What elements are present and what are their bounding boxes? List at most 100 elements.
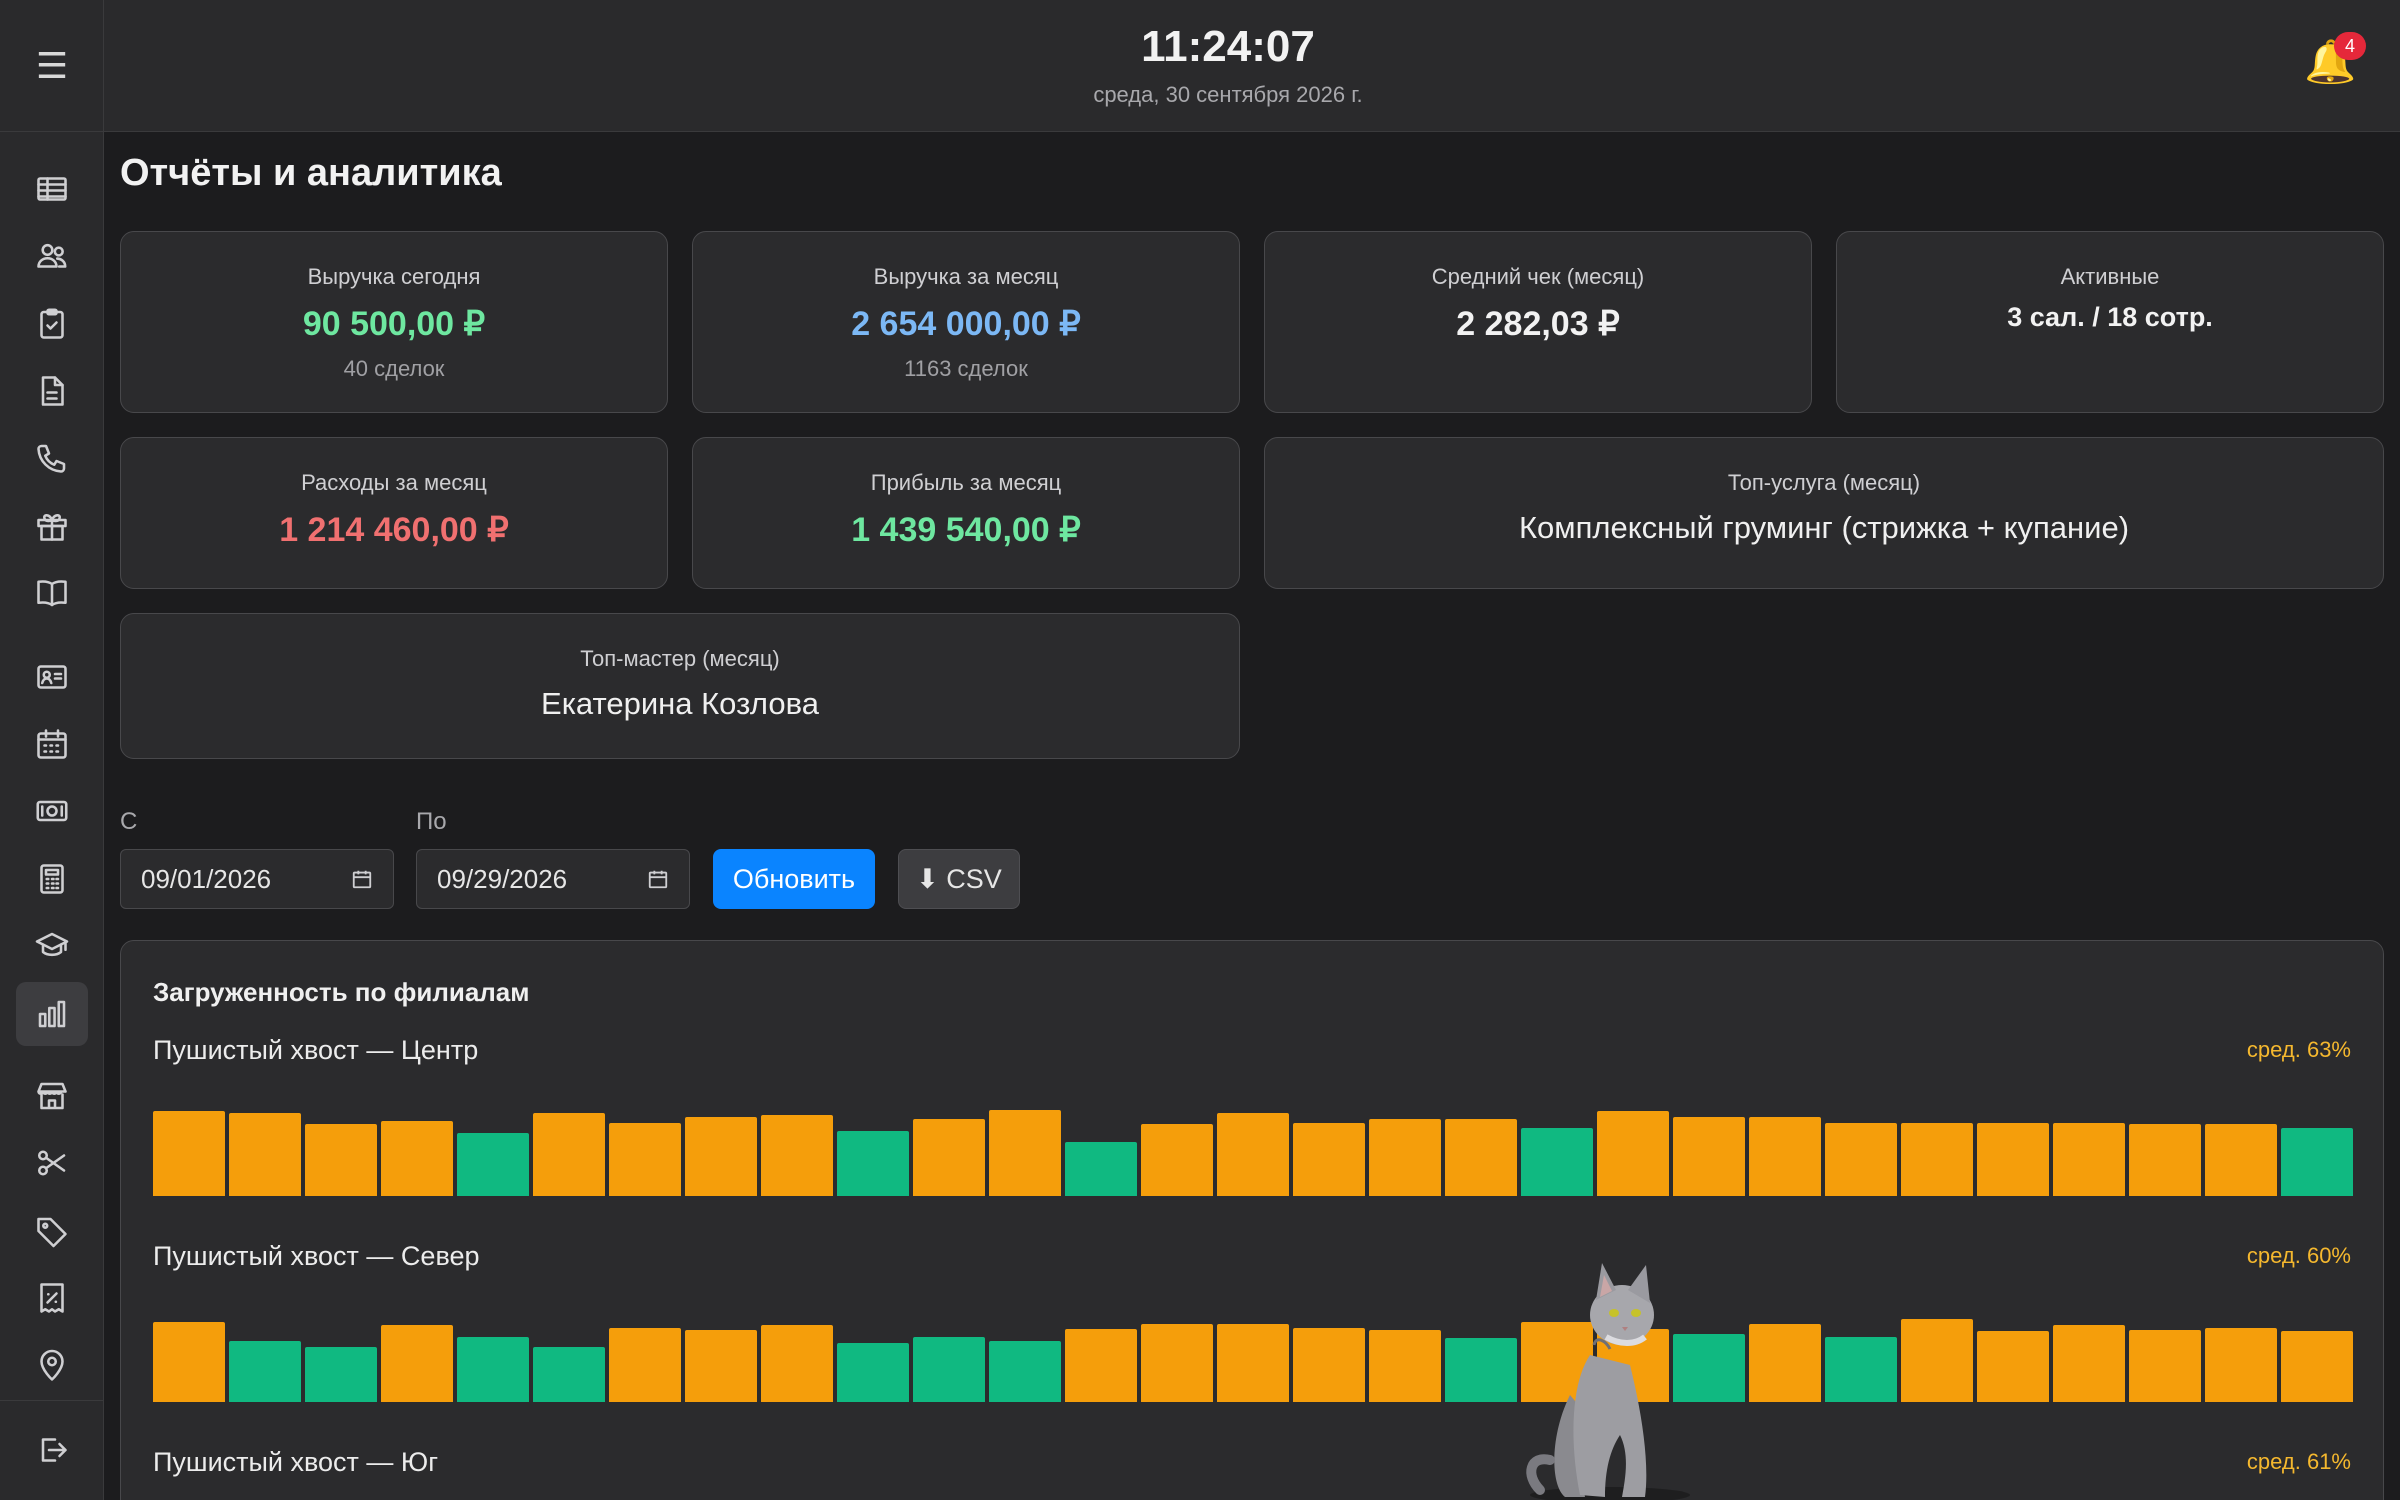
calendar-picker-icon[interactable] — [351, 868, 373, 890]
clipboard-check-icon — [40, 308, 64, 339]
csv-export-button[interactable]: ⬇ CSV — [898, 849, 1020, 909]
bar-chart-icon — [38, 1000, 66, 1028]
sidebar-item-calls[interactable] — [16, 426, 88, 490]
sidebar-item-prices[interactable] — [16, 1199, 88, 1263]
date-from-input[interactable]: 09/01/2026 — [120, 849, 394, 909]
load-bar — [913, 1337, 985, 1402]
stat-label: Выручка за месяц — [873, 264, 1059, 289]
load-bar — [989, 1110, 1061, 1196]
load-bar — [1141, 1124, 1213, 1196]
stat-card-active: Активные 3 сал. / 18 сотр. — [1836, 231, 2384, 413]
users-icon — [37, 243, 67, 268]
tag-icon — [37, 1217, 67, 1248]
stat-card-profit: Прибыль за месяц 1 439 540,00 ₽ — [692, 437, 1240, 589]
load-bar — [1293, 1328, 1365, 1402]
sidebar-item-table[interactable] — [16, 157, 88, 221]
sidebar-item-documents[interactable] — [16, 359, 88, 423]
table-icon — [37, 177, 67, 201]
load-bar — [1065, 1329, 1137, 1402]
stat-label: Выручка сегодня — [307, 264, 481, 289]
stat-subtext: 1163 сделок — [904, 356, 1028, 381]
sidebar-item-knowledge[interactable] — [16, 561, 88, 625]
load-bar — [837, 1131, 909, 1196]
load-bar — [1673, 1117, 1745, 1196]
stat-value: 2 282,03 ₽ — [1456, 305, 1620, 343]
sidebar-item-staff[interactable] — [16, 645, 88, 709]
sidebar-item-calculator[interactable] — [16, 847, 88, 911]
sidebar-item-tasks[interactable] — [16, 292, 88, 356]
load-bar — [381, 1121, 453, 1196]
logout-icon — [41, 1438, 67, 1462]
sidebar-item-finance[interactable] — [16, 779, 88, 843]
load-bar — [609, 1123, 681, 1196]
stat-card-avg-check: Средний чек (месяц) 2 282,03 ₽ — [1264, 231, 1812, 413]
load-bar — [1521, 1128, 1593, 1196]
sidebar-item-services[interactable] — [16, 1131, 88, 1195]
store-icon — [37, 1082, 67, 1110]
page-title: Отчёты и аналитика — [120, 152, 502, 194]
date-from-label: С — [120, 808, 138, 835]
load-bar — [229, 1341, 301, 1402]
stat-card-expenses: Расходы за месяц 1 214 460,00 ₽ — [120, 437, 668, 589]
load-bar — [2205, 1124, 2277, 1196]
sidebar-item-gifts[interactable] — [16, 494, 88, 558]
menu-icon[interactable]: ☰ — [0, 0, 104, 132]
header-date: среда, 30 сентября 2026 г. — [1093, 82, 1363, 107]
load-bar — [1901, 1123, 1973, 1196]
sidebar-item-branches[interactable] — [16, 1064, 88, 1128]
sidebar-divider — [0, 1400, 104, 1401]
stat-value: 3 сал. / 18 сотр. — [2007, 302, 2213, 332]
phone-icon — [37, 444, 66, 473]
gift-icon — [37, 514, 67, 541]
sidebar-item-discounts[interactable] — [16, 1266, 88, 1330]
load-bar — [2129, 1330, 2201, 1402]
date-to-value: 09/29/2026 — [437, 863, 568, 894]
branch-load-panel: Загруженность по филиалам Пушистый хвост… — [120, 940, 2384, 1500]
load-bar — [1445, 1119, 1517, 1196]
load-bar — [2053, 1325, 2125, 1402]
cat-mascot-illustration — [1526, 1263, 1690, 1500]
stat-card-top-service: Топ-услуга (месяц) Комплексный груминг (… — [1264, 437, 2384, 589]
load-bar — [685, 1117, 757, 1196]
logout-button[interactable] — [16, 1418, 88, 1482]
stat-value: 1 214 460,00 ₽ — [279, 511, 509, 549]
date-to-input[interactable]: 09/29/2026 — [416, 849, 690, 909]
load-bar — [457, 1133, 529, 1196]
load-bar — [1977, 1123, 2049, 1196]
sidebar-item-locations[interactable] — [16, 1334, 88, 1398]
sidebar-item-calendar[interactable] — [16, 712, 88, 776]
load-bar — [1065, 1142, 1137, 1196]
sidebar-item-training[interactable] — [16, 914, 88, 978]
sidebar-item-reports[interactable] — [16, 982, 88, 1046]
load-bar — [229, 1113, 301, 1196]
branch-average: сред. 60% — [2246, 1243, 2351, 1268]
branch-average: сред. 61% — [2246, 1449, 2351, 1474]
load-bar — [913, 1119, 985, 1196]
load-bar — [2053, 1123, 2125, 1196]
notification-badge: 4 — [2334, 32, 2366, 60]
book-icon — [37, 580, 67, 607]
header: 11:24:07 среда, 30 сентября 2026 г. 🔔 4 — [104, 0, 2400, 132]
calendar-icon — [37, 729, 67, 759]
refresh-button[interactable]: Обновить — [713, 849, 875, 909]
load-bar — [761, 1325, 833, 1402]
load-bar — [609, 1328, 681, 1402]
scissors-icon — [37, 1150, 66, 1176]
load-bar — [1293, 1123, 1365, 1196]
stat-label: Средний чек (месяц) — [1431, 264, 1645, 289]
branch-load-bars — [153, 1096, 2353, 1196]
calendar-picker-icon[interactable] — [647, 868, 669, 890]
sidebar-item-clients[interactable] — [16, 224, 88, 288]
stat-label: Топ-мастер (месяц) — [580, 646, 780, 671]
stat-label: Активные — [2060, 264, 2160, 289]
load-bar — [1217, 1324, 1289, 1402]
date-from-value: 09/01/2026 — [141, 863, 272, 894]
branch-average: сред. 63% — [2246, 1037, 2351, 1062]
panel-title: Загруженность по филиалам — [153, 977, 530, 1007]
load-bar — [685, 1330, 757, 1402]
notifications-button[interactable]: 🔔 4 — [2304, 32, 2366, 98]
branch-name: Пушистый хвост — Юг — [153, 1447, 439, 1477]
load-bar — [2281, 1128, 2353, 1196]
stat-value: Екатерина Козлова — [541, 686, 819, 721]
stat-value: 2 654 000,00 ₽ — [851, 305, 1081, 343]
